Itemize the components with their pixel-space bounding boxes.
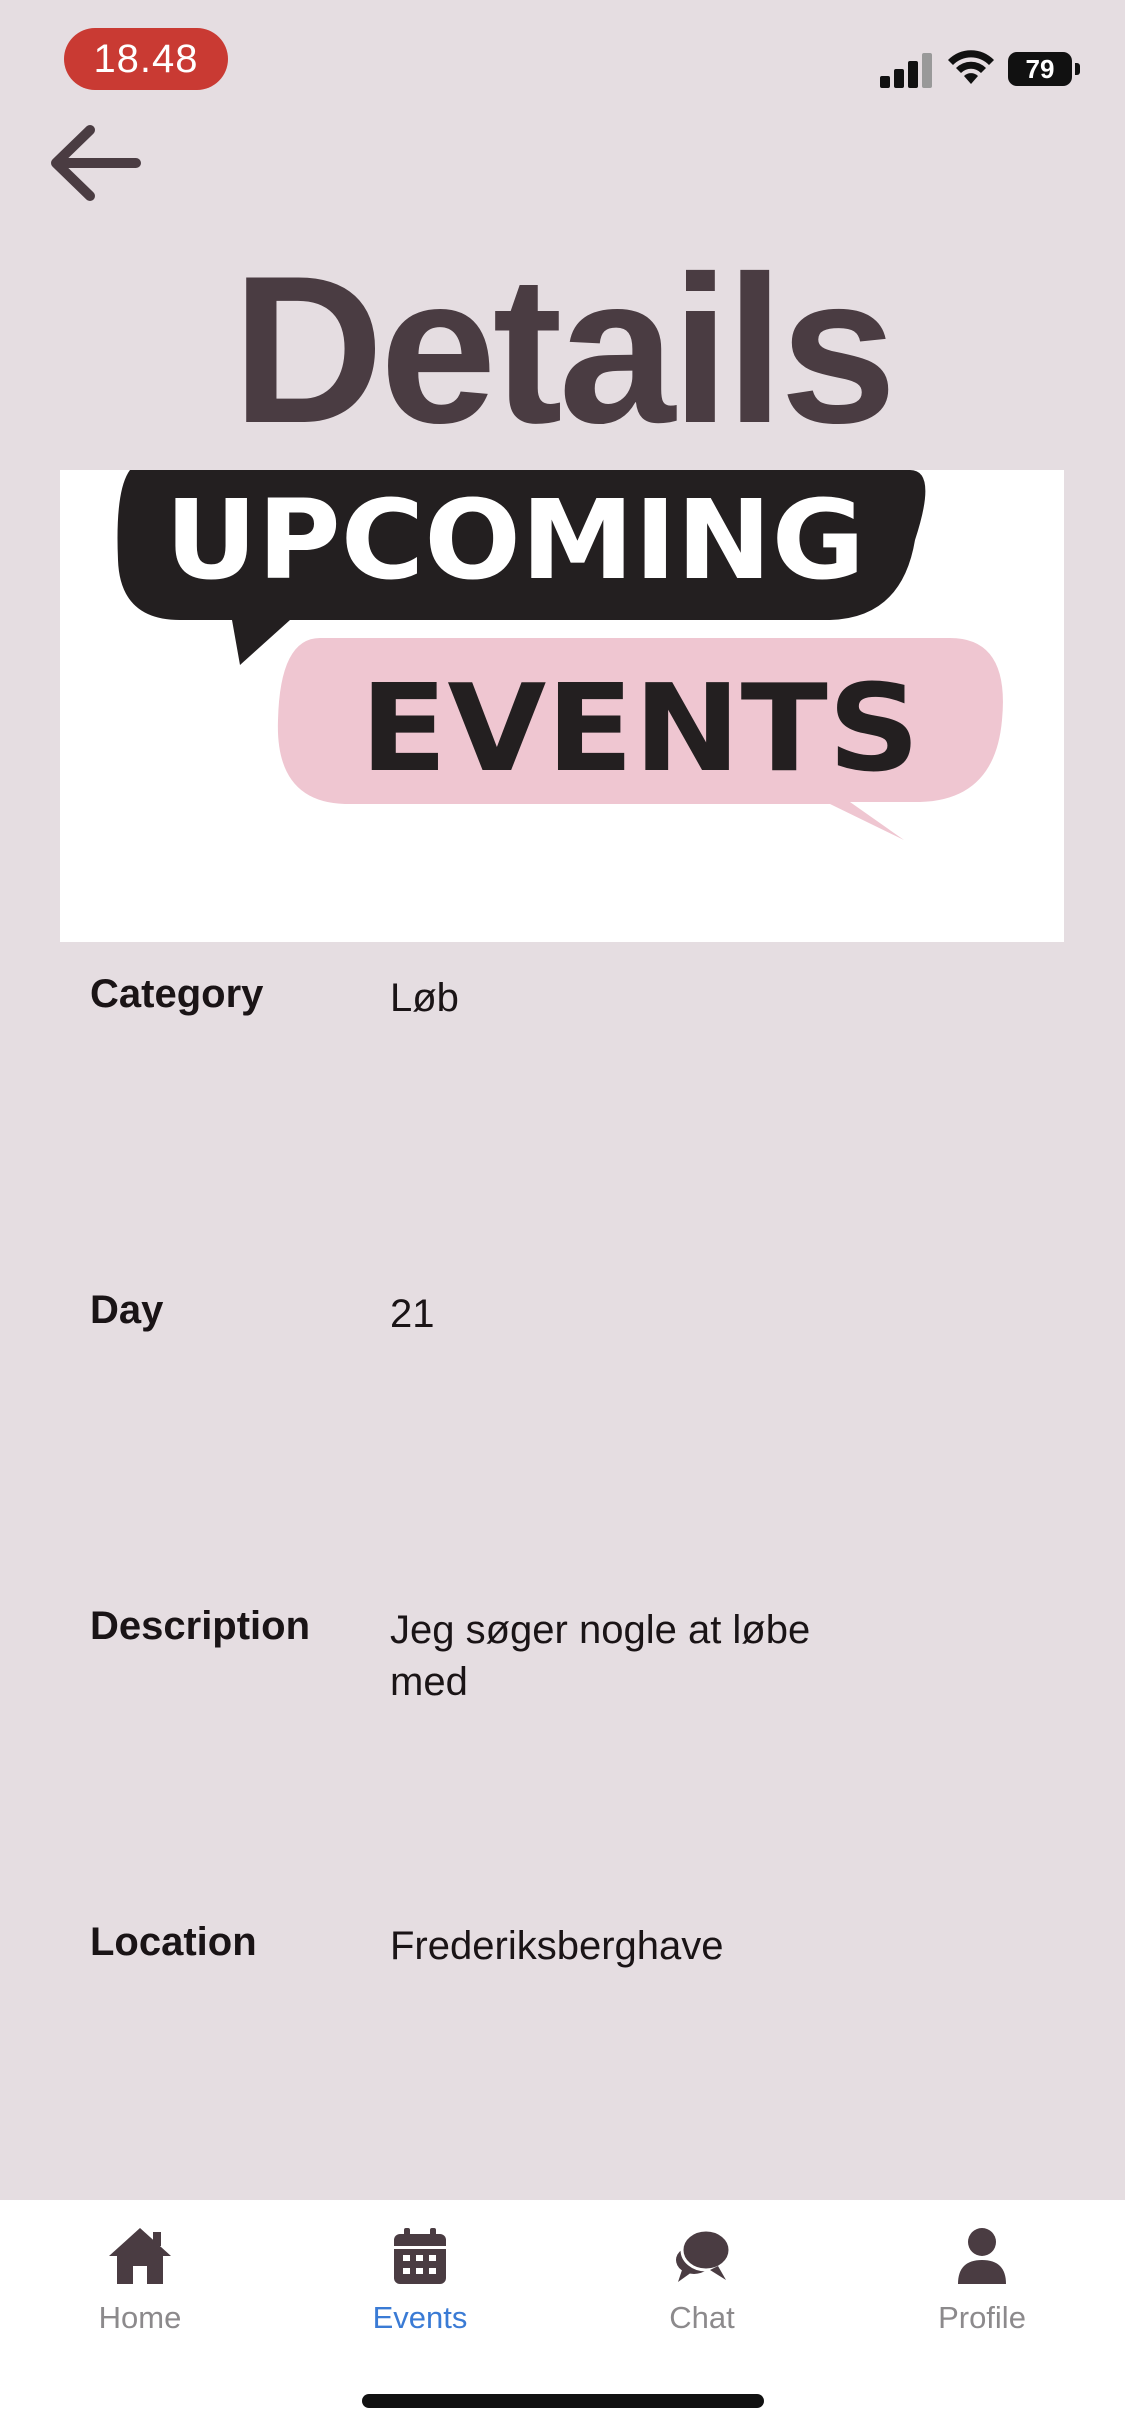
- tab-label: Profile: [938, 2300, 1026, 2335]
- arrow-left-icon: [51, 125, 141, 201]
- person-icon: [958, 2228, 1006, 2284]
- detail-label: Category: [90, 972, 264, 1016]
- detail-label: Day: [90, 1288, 164, 1332]
- status-time: 18.48: [64, 28, 228, 90]
- detail-value: Løb: [390, 976, 459, 1020]
- page-title: Details: [232, 232, 897, 467]
- banner-line1: UPCOMING: [165, 476, 865, 604]
- wifi-icon: [948, 50, 994, 84]
- battery-icon: 79: [1008, 52, 1080, 86]
- tab-chat[interactable]: Chat: [602, 2226, 802, 2366]
- tab-events[interactable]: Events: [320, 2226, 520, 2366]
- tab-label: Events: [372, 2300, 468, 2335]
- banner-line2: EVENTS: [360, 660, 920, 799]
- chat-bubbles-icon: [676, 2228, 732, 2282]
- detail-value: Jeg søger nogle at løbe med: [390, 1608, 811, 1704]
- detail-label: Location: [90, 1920, 257, 1964]
- signal-icon: [880, 52, 934, 88]
- event-banner-image: UPCOMING EVENTS: [60, 470, 1064, 942]
- home-indicator: [362, 2394, 764, 2408]
- tab-profile[interactable]: Profile: [882, 2226, 1082, 2366]
- detail-value: 21: [390, 1292, 435, 1336]
- home-icon: [109, 2228, 171, 2284]
- detail-value: Frederiksberghave: [390, 1924, 724, 1968]
- detail-label: Description: [90, 1604, 311, 1648]
- back-button[interactable]: [44, 118, 144, 208]
- calendar-icon: [394, 2228, 446, 2284]
- tab-home[interactable]: Home: [40, 2226, 240, 2366]
- tab-label: Home: [98, 2300, 182, 2335]
- tab-label: Chat: [669, 2300, 735, 2335]
